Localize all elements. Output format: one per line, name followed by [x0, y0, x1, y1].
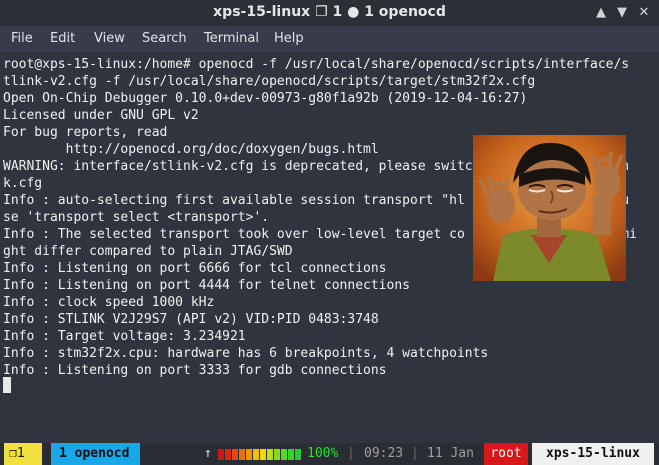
- menu-edit[interactable]: Edit: [50, 31, 75, 46]
- battery-gauge-cell: [232, 449, 238, 460]
- tmux-status-bar: ❐1 1 openocd ↑ 100% | 09:23 | 11 Jan roo…: [0, 443, 659, 465]
- battery-gauge-cell: [253, 449, 259, 460]
- meme-image: [473, 135, 626, 281]
- user-badge: root: [484, 443, 528, 465]
- terminal-line: Licensed under GNU GPL v2: [3, 108, 199, 123]
- window-title: xps-15-linux ❐ 1 ● 1 openocd: [213, 4, 446, 20]
- battery-gauge-cell: [246, 449, 252, 460]
- terminal-line: Info : Listening on port 3333 for gdb co…: [3, 363, 387, 378]
- clock-date: 11 Jan: [427, 446, 474, 461]
- battery-gauge-cell: [225, 449, 231, 460]
- window-titlebar[interactable]: xps-15-linux ❐ 1 ● 1 openocd ▲ ▼ ✕: [0, 0, 659, 26]
- menu-file[interactable]: File: [11, 31, 33, 46]
- maximize-button[interactable]: ▼: [613, 4, 631, 22]
- terminal-cursor: [3, 377, 11, 393]
- terminal-line: ght differ compared to plain JTAG/SWD: [3, 244, 293, 259]
- session-indicator[interactable]: ❐1: [4, 443, 42, 465]
- terminal-line: se 'transport select <transport>'.: [3, 210, 270, 225]
- close-button[interactable]: ✕: [635, 4, 653, 22]
- terminal-line: For bug reports, read: [3, 125, 168, 140]
- terminal-line: http://openocd.org/doc/doxygen/bugs.html: [3, 142, 379, 157]
- menu-help[interactable]: Help: [274, 31, 304, 46]
- menu-view[interactable]: View: [94, 31, 125, 46]
- battery-gauge-cell: [260, 449, 266, 460]
- terminal-line: Open On-Chip Debugger 0.10.0+dev-00973-g…: [3, 91, 528, 106]
- terminal-line: Info : Listening on port 6666 for tcl co…: [3, 261, 387, 276]
- battery-gauge-cell: [274, 449, 280, 460]
- clock-time: 09:23: [364, 446, 404, 461]
- battery-gauge-cell: [267, 449, 273, 460]
- battery-percent: 100%: [307, 446, 339, 461]
- terminal-line: Info : STLINK V2J29S7 (API v2) VID:PID 0…: [3, 312, 379, 327]
- upload-arrow-icon: ↑: [204, 446, 212, 461]
- menu-terminal[interactable]: Terminal: [204, 31, 259, 46]
- menu-bar: File Edit View Search Terminal Help: [0, 26, 659, 52]
- battery-gauge-cell: [239, 449, 245, 460]
- terminal-line: tlink-v2.cfg -f /usr/local/share/openocd…: [3, 74, 536, 89]
- terminal-line: Info : stm32f2x.cpu: hardware has 6 brea…: [3, 346, 489, 361]
- hostname-badge: xps-15-linux: [532, 443, 654, 465]
- battery-gauge-cell: [281, 449, 287, 460]
- menu-search[interactable]: Search: [142, 31, 187, 46]
- terminal-line: Info : Target voltage: 3.234921: [3, 329, 246, 344]
- status-divider: |: [411, 446, 419, 461]
- battery-gauge-cell: [295, 449, 301, 460]
- battery-gauge-cell: [288, 449, 294, 460]
- window-tab-openocd[interactable]: 1 openocd: [51, 443, 140, 465]
- status-divider: |: [347, 446, 355, 461]
- terminal-line: Info : clock speed 1000 kHz: [3, 295, 215, 310]
- minimize-button[interactable]: ▲: [592, 4, 610, 22]
- terminal-line: k.cfg: [3, 176, 43, 191]
- battery-gauge-cell: [218, 449, 224, 460]
- terminal-line: Info : Listening on port 4444 for telnet…: [3, 278, 410, 293]
- terminal-line: root@xps-15-linux:/home# openocd -f /usr…: [3, 57, 630, 72]
